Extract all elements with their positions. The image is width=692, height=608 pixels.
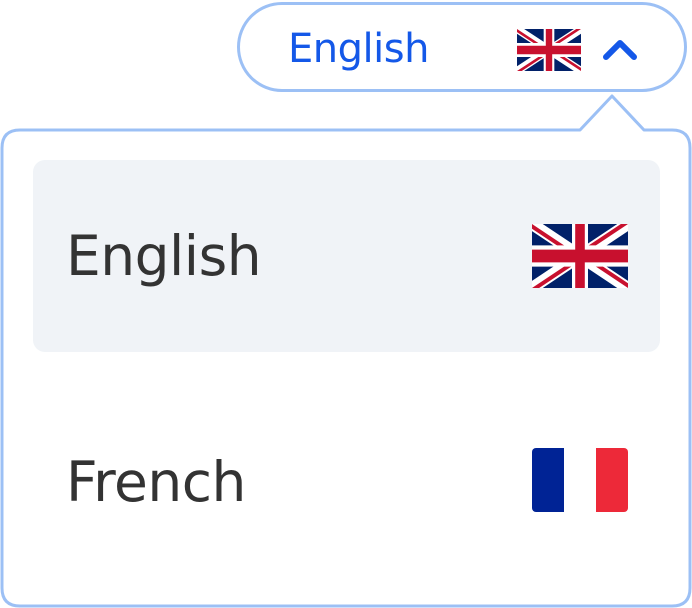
language-option-english[interactable]: English (33, 160, 660, 352)
language-option-french[interactable]: French (33, 392, 660, 584)
france-flag-icon (532, 448, 628, 512)
language-option-label: English (66, 224, 262, 288)
language-option-label: French (66, 450, 246, 514)
language-selector-widget: English English French (0, 0, 692, 608)
uk-flag-icon (532, 224, 628, 288)
language-menu: English French (0, 0, 692, 608)
